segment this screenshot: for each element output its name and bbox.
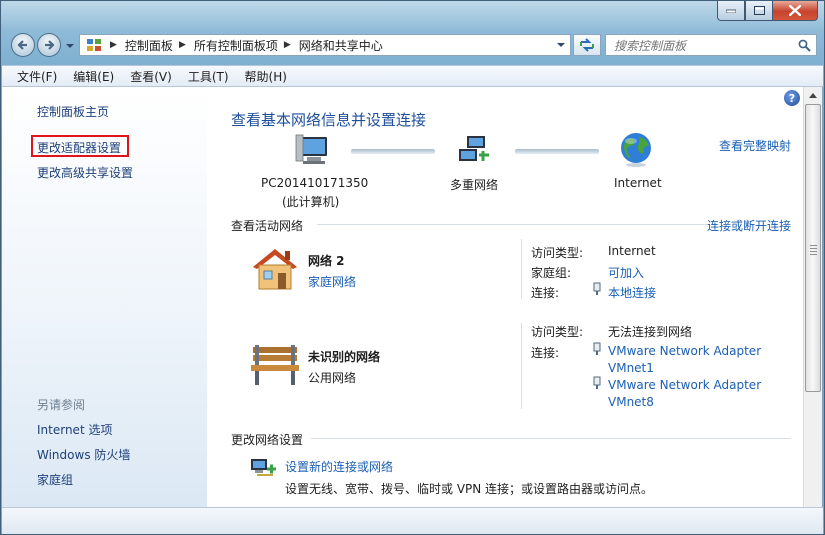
globe-icon[interactable] [619, 131, 653, 167]
multiple-networks-label: 多重网络 [450, 178, 499, 192]
public-network-bench-icon[interactable] [249, 343, 301, 387]
help-icon[interactable]: ? [784, 90, 800, 106]
breadcrumb: ▶ 控制面板 ▶ 所有控制面板项 ▶ 网络和共享中心 [108, 37, 387, 54]
vertical-scrollbar[interactable] [803, 87, 822, 507]
chevron-down-icon[interactable] [556, 40, 566, 50]
vmnet8-connection-link-line2[interactable]: VMnet8 [608, 395, 654, 409]
status-bar [2, 507, 823, 534]
sidebar-link-advanced-sharing[interactable]: 更改高级共享设置 [37, 164, 133, 181]
back-button[interactable] [11, 33, 35, 57]
sidebar-link-home[interactable]: 控制面板主页 [37, 103, 109, 120]
menu-bar: 文件(F) 编辑(E) 查看(V) 工具(T) 帮助(H) [2, 65, 823, 87]
minimize-icon [726, 9, 736, 13]
minimize-button[interactable] [717, 1, 745, 21]
computer-subtitle: (此计算机) [282, 195, 340, 209]
menu-help[interactable]: 帮助(H) [237, 68, 295, 85]
chevron-up-icon [809, 93, 817, 98]
navigation-row: ▶ 控制面板 ▶ 所有控制面板项 ▶ 网络和共享中心 [9, 33, 817, 59]
maximize-button[interactable] [745, 1, 773, 21]
window: ▶ 控制面板 ▶ 所有控制面板项 ▶ 网络和共享中心 文件(F) 编辑(E) 查 [0, 0, 825, 535]
vmnet8-connection-link[interactable]: VMware Network Adapter [608, 378, 761, 392]
refresh-button[interactable] [573, 34, 601, 56]
internet-label: Internet [614, 176, 662, 190]
recent-pages-dropdown-icon[interactable] [65, 41, 75, 51]
forward-button[interactable] [37, 33, 61, 57]
new-connection-icon[interactable] [249, 455, 277, 479]
network-2-access-label: 访问类型: [531, 325, 584, 339]
close-icon [789, 5, 801, 16]
ethernet-icon [593, 376, 601, 389]
connection-line [515, 149, 599, 154]
view-full-map-link[interactable]: 查看完整映射 [719, 137, 791, 154]
main-content: ? 查看基本网络信息并设置连接 查看完整映射 PC201410171350 (此… [207, 87, 803, 507]
address-bar[interactable]: ▶ 控制面板 ▶ 所有控制面板项 ▶ 网络和共享中心 [79, 34, 571, 56]
search-box[interactable] [605, 34, 817, 56]
network-1-homegroup-label: 家庭组: [531, 266, 572, 280]
chevron-right-icon[interactable]: ▶ [108, 40, 121, 50]
page-title: 查看基本网络信息并设置连接 [231, 111, 427, 129]
network-2-name: 未识别的网络 [308, 350, 381, 364]
scroll-up-button[interactable] [804, 87, 822, 104]
setup-description: 设置无线、宽带、拨号、临时或 VPN 连接；或设置路由器或访问点。 [285, 482, 654, 496]
network-2-connections-label: 连接: [531, 346, 560, 360]
menu-edit[interactable]: 编辑(E) [65, 68, 122, 85]
network-1-category-link[interactable]: 家庭网络 [308, 273, 356, 290]
ethernet-icon [593, 342, 601, 355]
multiple-networks-icon[interactable] [457, 133, 493, 167]
chevron-right-icon[interactable]: ▶ [177, 40, 190, 50]
network-1-access-value: Internet [608, 244, 656, 258]
network-1-connections-label: 连接: [531, 286, 560, 300]
see-also-heading: 另请参阅 [37, 398, 86, 412]
sidebar-link-homegroup[interactable]: 家庭组 [37, 471, 73, 488]
breadcrumb-control-panel[interactable]: 控制面板 [121, 37, 177, 54]
vmnet1-connection-link[interactable]: VMware Network Adapter [608, 344, 761, 358]
chevron-right-icon[interactable]: ▶ [282, 40, 295, 50]
arrow-right-icon [45, 40, 55, 50]
vmnet1-connection-link-line2[interactable]: VMnet1 [608, 361, 654, 375]
sidebar-link-change-adapter[interactable]: 更改适配器设置 [37, 139, 121, 156]
breadcrumb-all-items[interactable]: 所有控制面板项 [190, 37, 282, 54]
connection-line [351, 149, 435, 154]
ethernet-icon [593, 282, 601, 295]
title-bar[interactable] [1, 1, 824, 31]
refresh-icon [580, 38, 594, 52]
sidebar-link-firewall[interactable]: Windows 防火墙 [37, 446, 130, 463]
network-2-access-value: 无法连接到网络 [608, 325, 693, 339]
sidebar-link-internet-options[interactable]: Internet 选项 [37, 421, 112, 438]
caption-buttons [717, 1, 818, 21]
connect-disconnect-link[interactable]: 连接或断开连接 [707, 217, 791, 234]
divider [311, 438, 791, 439]
computer-icon[interactable] [293, 133, 331, 167]
menu-file[interactable]: 文件(F) [2, 68, 65, 85]
setup-new-connection-link[interactable]: 设置新的连接或网络 [285, 458, 393, 475]
menu-tools[interactable]: 工具(T) [180, 68, 237, 85]
network-1-connection-link[interactable]: 本地连接 [608, 284, 656, 301]
scroll-thumb[interactable] [805, 104, 821, 392]
active-networks-heading: 查看活动网络 [231, 219, 304, 233]
menu-view[interactable]: 查看(V) [122, 68, 180, 85]
control-panel-icon [87, 39, 101, 51]
maximize-icon [753, 6, 765, 15]
search-icon[interactable] [798, 39, 811, 52]
close-button[interactable] [773, 1, 818, 21]
divider [521, 323, 522, 409]
divider [317, 224, 707, 225]
network-2-category: 公用网络 [308, 371, 357, 385]
search-input[interactable] [612, 36, 796, 56]
breadcrumb-network-center[interactable]: 网络和共享中心 [295, 37, 387, 54]
change-settings-heading: 更改网络设置 [231, 433, 304, 447]
divider [521, 239, 522, 299]
computer-name: PC201410171350 [261, 176, 369, 190]
network-1-homegroup-link[interactable]: 可加入 [608, 264, 644, 281]
network-1-access-label: 访问类型: [531, 246, 584, 260]
arrow-left-icon [17, 40, 27, 50]
home-network-icon[interactable] [249, 245, 301, 293]
sidebar: 控制面板主页 更改适配器设置 更改高级共享设置 另请参阅 Internet 选项… [2, 87, 207, 507]
scroll-grip [810, 243, 817, 257]
network-1-name: 网络 2 [308, 254, 345, 268]
